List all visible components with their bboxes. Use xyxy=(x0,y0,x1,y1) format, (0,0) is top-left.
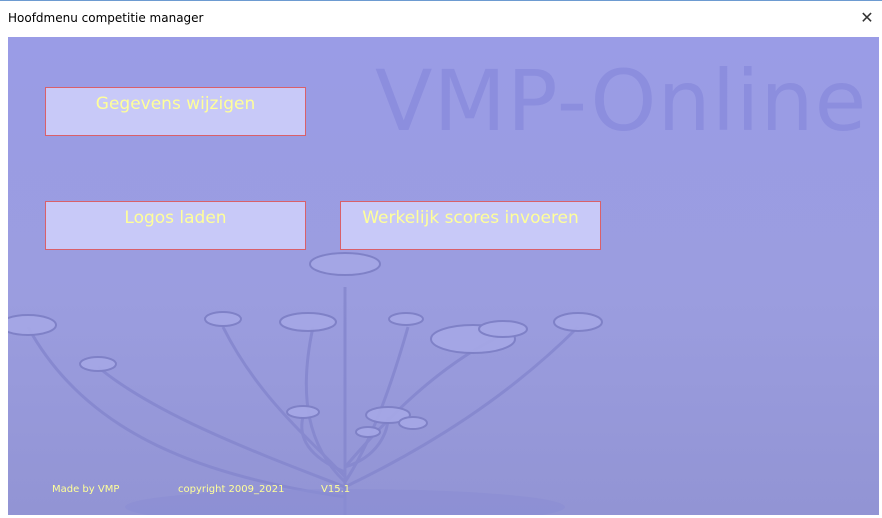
window-frame-left xyxy=(0,37,8,518)
gegevens-wijzigen-button[interactable]: Gegevens wijzigen xyxy=(45,87,306,136)
scores-invoeren-button[interactable]: Werkelijk scores invoeren xyxy=(340,201,601,250)
title-bar: Hoofdmenu competitie manager ✕ xyxy=(0,0,882,37)
version-label: V15.1 xyxy=(321,484,351,495)
main-form: VMP-Online Gegevens wijzigen Logos laden… xyxy=(8,37,879,515)
copyright-label: copyright 2009_2021 xyxy=(178,484,285,495)
window-title: Hoofdmenu competitie manager xyxy=(8,11,204,25)
vmp-online-watermark: VMP-Online xyxy=(375,52,868,150)
logos-laden-button[interactable]: Logos laden xyxy=(45,201,306,250)
close-icon[interactable]: ✕ xyxy=(852,1,882,37)
made-by-label: Made by VMP xyxy=(52,484,120,495)
